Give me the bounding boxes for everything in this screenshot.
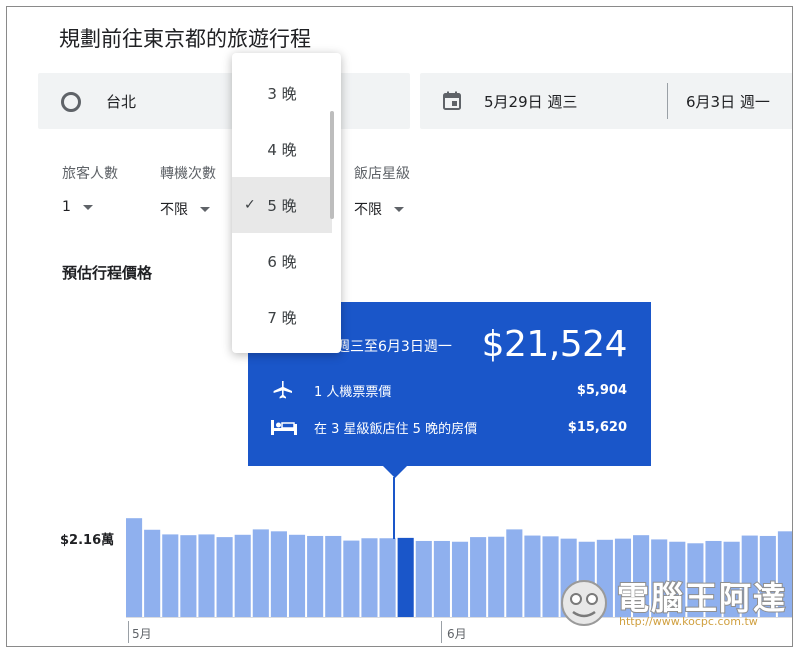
tooltip-flight-price: $5,904 <box>576 382 627 398</box>
tooltip-hotel-price: $15,620 <box>567 419 627 435</box>
chart-bar[interactable] <box>325 535 342 617</box>
nights-option[interactable]: 6 晚 <box>232 233 332 289</box>
filter-label: 飯店星級 <box>354 166 410 182</box>
search-row: 台北 5月29日 週三 6月3日 週一 <box>38 73 792 129</box>
chart-bar[interactable] <box>126 518 143 617</box>
chart-bar[interactable] <box>343 540 360 617</box>
filter-value[interactable]: 不限 <box>354 199 410 219</box>
chart-bar[interactable] <box>216 537 233 617</box>
filter-hotel-stars[interactable]: 飯店星級 不限 <box>354 163 410 219</box>
nights-option-label: 4 晚 <box>267 140 297 159</box>
filter-stops[interactable]: 轉機次數 不限 <box>160 163 216 219</box>
page-title: 規劃前往東京都的旅遊行程 <box>59 27 311 51</box>
airplane-icon <box>270 380 302 400</box>
dropdown-caret-icon <box>200 206 210 212</box>
filter-value-text: 不限 <box>160 202 188 218</box>
month-label: 6月 <box>447 627 467 641</box>
chart-bar[interactable] <box>307 535 324 617</box>
filter-travelers[interactable]: 旅客人數 1 <box>62 163 118 215</box>
chart-bar[interactable] <box>162 534 179 617</box>
month-tick <box>441 621 442 643</box>
calendar-icon <box>443 91 461 110</box>
mascot-logo-icon <box>561 580 607 626</box>
nights-option[interactable]: 3 晚 <box>232 65 332 121</box>
depart-date[interactable]: 5月29日 週三 <box>484 91 577 112</box>
nights-option-label: 5 晚 <box>267 196 297 215</box>
tooltip-hotel-row: 在 3 星級飯店住 5 晚的房價 $15,620 <box>270 415 627 439</box>
dropdown-caret-icon <box>82 204 93 210</box>
month-tick <box>128 621 129 643</box>
chart-bar[interactable] <box>288 534 306 617</box>
chart-bar[interactable] <box>488 536 505 617</box>
chart-bar[interactable] <box>415 540 432 617</box>
hotel-bed-icon <box>270 417 302 437</box>
filter-value[interactable]: 不限 <box>160 199 216 219</box>
dropdown-scrollbar[interactable] <box>330 111 334 219</box>
tooltip-pointer <box>383 466 407 478</box>
origin-field[interactable]: 台北 <box>38 73 410 129</box>
origin-circle-icon <box>61 92 81 112</box>
chart-bar[interactable] <box>234 534 251 617</box>
nights-dropdown-menu: 3 晚 4 晚 ✓ 5 晚 6 晚 7 晚 <box>232 53 341 353</box>
tooltip-dates: 週三至6月3日週一 <box>336 339 452 355</box>
tooltip-stem-line <box>393 477 395 539</box>
nights-option-label: 3 晚 <box>267 84 297 103</box>
origin-value: 台北 <box>106 93 137 111</box>
date-range-field[interactable]: 5月29日 週三 6月3日 週一 <box>420 73 792 129</box>
watermark: 電腦王阿達 http://www.kocpc.com.tw <box>555 571 790 635</box>
chart-bar[interactable] <box>252 529 269 617</box>
chart-bar[interactable] <box>433 540 450 617</box>
month-label: 5月 <box>132 627 152 641</box>
tooltip-flight-row: 1 人機票票價 $5,904 <box>270 378 627 402</box>
nights-option-selected[interactable]: ✓ 5 晚 <box>232 177 332 233</box>
watermark-url: http://www.kocpc.com.tw <box>619 615 758 628</box>
chart-bar[interactable] <box>379 538 396 617</box>
filter-label: 旅客人數 <box>62 166 118 182</box>
chart-bar-selected[interactable] <box>397 537 414 617</box>
nights-option[interactable]: 7 晚 <box>232 289 332 345</box>
filter-label: 轉機次數 <box>160 166 216 182</box>
chart-bar[interactable] <box>180 535 197 617</box>
chart-reference-label: $2.16萬 <box>60 533 115 548</box>
checkmark-icon: ✓ <box>244 197 256 213</box>
watermark-title: 電腦王阿達 <box>616 578 788 618</box>
return-date[interactable]: 6月3日 週一 <box>686 91 770 112</box>
chart-bar[interactable] <box>198 534 215 617</box>
tooltip-total-price: $21,524 <box>481 324 628 365</box>
nights-option-label: 7 晚 <box>267 308 297 327</box>
chart-bar[interactable] <box>451 541 469 617</box>
filter-value-text: 不限 <box>354 202 382 218</box>
chart-bar[interactable] <box>470 537 487 617</box>
chart-bar[interactable] <box>506 529 523 617</box>
tooltip-flight-label: 1 人機票票價 <box>314 384 392 400</box>
chart-bar[interactable] <box>144 529 161 617</box>
dropdown-caret-icon <box>394 206 404 212</box>
chart-bar[interactable] <box>270 531 287 617</box>
tooltip-hotel-label: 在 3 星級飯店住 5 晚的房價 <box>314 421 478 437</box>
chart-bar[interactable] <box>361 538 378 617</box>
nights-option-label: 6 晚 <box>267 252 297 271</box>
filter-value-text: 1 <box>62 199 71 215</box>
filter-value[interactable]: 1 <box>62 199 118 215</box>
nights-option[interactable]: 4 晚 <box>232 121 332 177</box>
section-title: 預估行程價格 <box>62 264 153 282</box>
chart-bar[interactable] <box>524 535 541 617</box>
app-frame: 規劃前往東京都的旅遊行程 台北 5月29日 週三 6月3日 週一 旅客人數 1 … <box>6 6 793 647</box>
date-divider <box>667 83 668 119</box>
